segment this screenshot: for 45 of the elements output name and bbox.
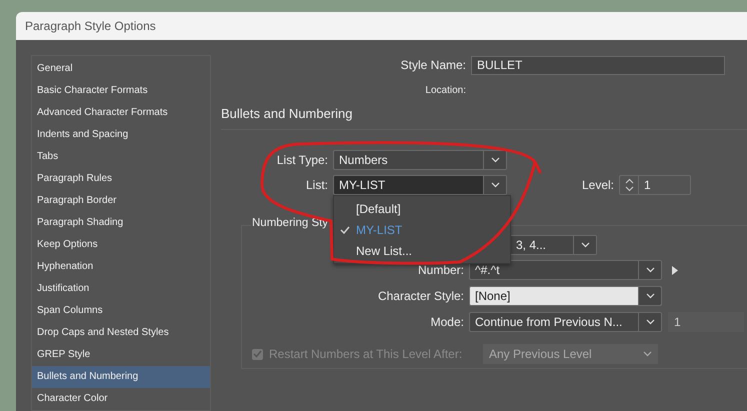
sidebar-item[interactable]: Justification: [32, 278, 210, 300]
start-at-field[interactable]: 1: [668, 312, 744, 332]
checkmark-icon: [340, 226, 350, 234]
sidebar-item[interactable]: GREP Style: [32, 344, 210, 366]
sidebar-item[interactable]: Indents and Spacing: [32, 124, 210, 146]
location-label: Location:: [424, 84, 467, 96]
mode-select[interactable]: Continue from Previous N...: [469, 312, 662, 332]
character-style-label: Character Style:: [376, 289, 465, 303]
chevron-down-icon: [646, 319, 654, 325]
sidebar-item[interactable]: General: [32, 58, 210, 80]
list-label: List:: [304, 178, 329, 192]
level-label: Level:: [580, 178, 615, 192]
character-style-select[interactable]: [None]: [469, 286, 662, 306]
style-name-field[interactable]: BULLET: [471, 56, 725, 74]
chevron-down-icon: [490, 157, 500, 163]
list-type-select[interactable]: Numbers: [333, 150, 507, 170]
sidebar-item[interactable]: Advanced Character Formats: [32, 102, 210, 124]
sidebar-item[interactable]: Paragraph Border: [32, 190, 210, 212]
sidebar-item[interactable]: Span Columns: [32, 300, 210, 322]
menu-item[interactable]: [Default]: [334, 198, 510, 219]
stepper-icon: [624, 178, 634, 192]
style-name-label: Style Name:: [400, 58, 467, 72]
chevron-down-icon: [643, 351, 652, 357]
chevron-down-icon: [490, 182, 500, 188]
sidebar-item[interactable]: Basic Character Formats: [32, 80, 210, 102]
mode-label: Mode:: [430, 315, 465, 329]
sidebar-item[interactable]: Drop Caps and Nested Styles: [32, 322, 210, 344]
list-select[interactable]: MY-LIST: [333, 175, 507, 195]
number-label: Number:: [416, 263, 465, 277]
chevron-down-icon: [646, 267, 654, 273]
sidebar-item[interactable]: Paragraph Shading: [32, 212, 210, 234]
sidebar-item[interactable]: Tabs: [32, 146, 210, 168]
sidebar-item[interactable]: Hyphenation: [32, 256, 210, 278]
level-spinner[interactable]: 1: [619, 175, 691, 195]
play-icon[interactable]: [672, 266, 678, 274]
sidebar-item[interactable]: Keep Options: [32, 234, 210, 256]
sidebar-item[interactable]: Bullets and Numbering: [32, 366, 210, 388]
sidebar-item[interactable]: Character Color: [32, 388, 210, 410]
number-select[interactable]: ^#.^t: [469, 260, 662, 280]
chevron-down-icon: [580, 242, 590, 248]
chevron-down-icon: [646, 293, 654, 299]
section-title: Bullets and Numbering: [221, 106, 354, 121]
list-type-label: List Type:: [276, 153, 329, 167]
sidebar-item[interactable]: Paragraph Rules: [32, 168, 210, 190]
window-title: Paragraph Style Options: [25, 19, 156, 33]
